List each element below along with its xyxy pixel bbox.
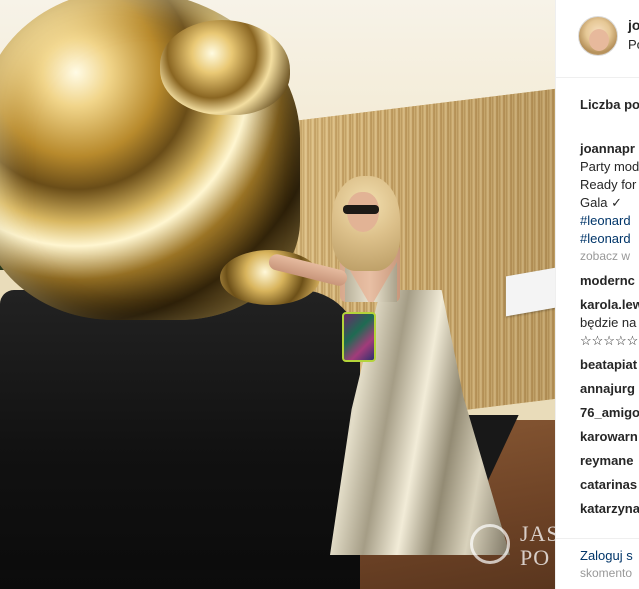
- comment-item: beatapiat: [580, 356, 639, 374]
- post-header: jo Po: [556, 0, 639, 78]
- comment-username[interactable]: catarinas: [580, 477, 637, 492]
- header-username[interactable]: jo: [628, 17, 639, 33]
- comment-item: catarinas: [580, 476, 639, 494]
- post-sidebar: jo Po Liczba po joannapr Party mod Ready…: [555, 0, 639, 589]
- comment-stars: ☆☆☆☆☆: [580, 333, 639, 348]
- watermark-text: JAS PO: [520, 521, 555, 570]
- photo-handbag: [342, 312, 376, 362]
- likes-count[interactable]: Liczba po: [580, 97, 639, 112]
- comment-item: modernc: [580, 272, 639, 290]
- photo-sculpture-head: [160, 20, 290, 115]
- comment-username[interactable]: katarzyna: [580, 501, 639, 516]
- comment-username[interactable]: beatapiat: [580, 357, 637, 372]
- avatar[interactable]: [578, 16, 618, 56]
- photo-woman-sunglasses: [343, 205, 379, 214]
- see-all-comments-link[interactable]: zobacz w: [580, 249, 630, 263]
- comment-username[interactable]: modernc: [580, 273, 635, 288]
- comment-username[interactable]: annajurg: [580, 381, 635, 396]
- caption-hashtag[interactable]: #leonard: [580, 212, 639, 230]
- watermark-logo-icon: [470, 524, 510, 564]
- caption-line: Gala ✓: [580, 195, 622, 210]
- login-link[interactable]: Zaloguj s: [580, 548, 633, 563]
- comment-item: karowarn: [580, 428, 639, 446]
- comment-item: reymane: [580, 452, 639, 470]
- comment-username[interactable]: karowarn: [580, 429, 638, 444]
- comment-username[interactable]: karola.lew: [580, 297, 639, 312]
- comment-item: 76_amigo: [580, 404, 639, 422]
- comment-text: będzie na: [580, 315, 637, 330]
- comment-username[interactable]: reymane: [580, 453, 633, 468]
- login-subtext: skomento: [580, 566, 633, 580]
- post-caption: joannapr Party mod Ready for Gala ✓ #leo…: [580, 140, 639, 248]
- caption-line: Ready for: [580, 177, 637, 192]
- caption-line: Party mod: [580, 159, 639, 174]
- comments-list: modernc karola.lew będzie na ☆☆☆☆☆ beata…: [580, 272, 639, 524]
- caption-hashtag[interactable]: #leonard: [580, 230, 639, 248]
- post-photo[interactable]: JAS PO: [0, 0, 555, 589]
- comment-item: katarzyna: [580, 500, 639, 518]
- comment-username[interactable]: 76_amigo: [580, 405, 639, 420]
- comment-item: karola.lew będzie na ☆☆☆☆☆: [580, 296, 639, 350]
- header-location[interactable]: Po: [628, 37, 639, 52]
- footer-divider: [556, 538, 639, 539]
- caption-username[interactable]: joannapr: [580, 140, 639, 158]
- comment-item: annajurg: [580, 380, 639, 398]
- photo-pedestal: [0, 290, 360, 589]
